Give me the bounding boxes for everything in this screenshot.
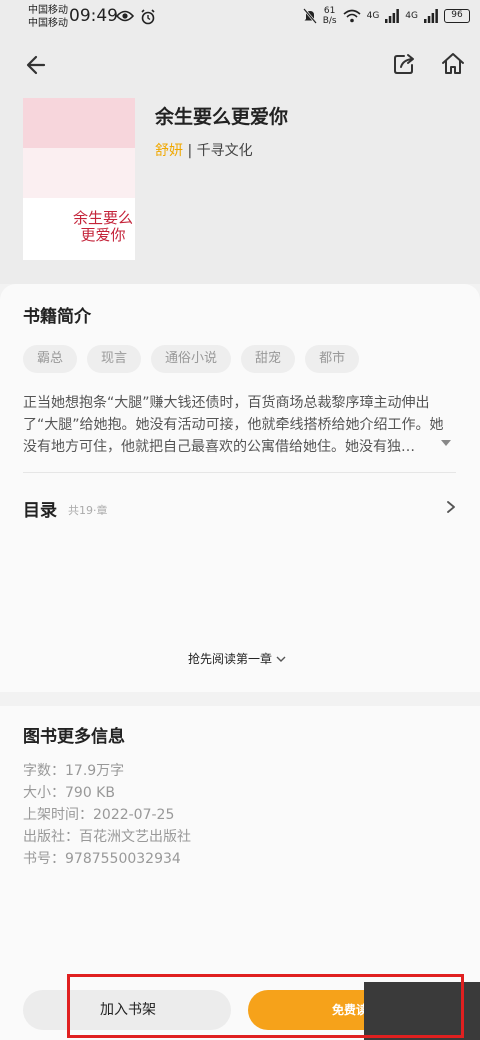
preview-label: 抢先阅读第一章 [188,652,273,666]
book-title: 余生要么更爱你 [155,106,289,128]
author-link[interactable]: 舒妍 [155,143,183,159]
intro-text: 正当她想抱条“大腿”赚大钱还债时，百货商场总裁黎序璋主动伸出了“大腿”给她抱。她… [23,395,444,455]
alarm-icon [141,9,155,25]
carrier-labels: 中国移动 中国移动 [28,4,68,30]
expand-triangle-icon[interactable] [440,438,452,448]
file-size: 大小：790 KB [23,785,115,801]
more-info-card: 图书更多信息 字数：17.9万字 大小：790 KB 上架时间：2022-07-… [0,706,480,978]
status-bar: 中国移动 中国移动 09:49 61 B/s 4G 4G 96 [0,0,480,36]
publisher: 出版社：百花洲文艺出版社 [23,829,191,845]
mute-bell-icon [302,8,317,24]
tag-chip[interactable]: 霸总 [23,345,78,373]
intro-heading: 书籍简介 [23,307,91,327]
highlight-box [67,974,464,1038]
cover-art-top [23,98,135,148]
home-icon[interactable] [440,51,466,77]
tag-list: 霸总 现言 通俗小说 甜宠 都市 [23,345,360,373]
meta-list: 字数：17.9万字 大小：790 KB 上架时间：2022-07-25 出版社：… [23,760,191,870]
tag-chip[interactable]: 都市 [305,345,360,373]
divider [23,472,456,473]
publisher-short: 千寻文化 [196,143,253,159]
eye-icon [116,10,134,22]
signal-icon-2 [424,9,438,23]
word-count: 字数：17.9万字 [23,763,125,779]
back-arrow-icon[interactable] [24,52,50,78]
wifi-icon [343,9,361,23]
status-time: 09:49 [69,6,118,26]
signal-2-label: 4G [405,11,418,21]
more-info-heading: 图书更多信息 [23,727,125,747]
carrier-2: 中国移动 [28,18,68,29]
tag-chip[interactable]: 通俗小说 [151,345,232,373]
book-cover[interactable]: 余生要么更爱你 [23,98,135,260]
status-icons-right: 61 B/s 4G 4G 96 [302,6,470,26]
cover-art-middle [23,148,135,198]
carrier-1: 中国移动 [28,5,68,16]
chevron-right-icon[interactable] [446,500,456,514]
status-icons-left [116,9,156,25]
toc-heading[interactable]: 目录 [23,496,57,521]
author-separator: | [187,143,193,159]
author-line: 舒妍 | 千寻文化 [155,140,253,160]
toc-count: 共19·章 [68,504,108,517]
preview-area: 抢先阅读第一章 [0,548,480,692]
shelf-time: 上架时间：2022-07-25 [23,807,175,823]
chevron-down-icon [276,656,286,662]
tag-chip[interactable]: 甜宠 [241,345,296,373]
cover-title: 余生要么更爱你 [73,209,134,244]
battery-indicator: 96 [444,9,470,23]
book-info-section: 余生要么更爱你 余生要么更爱你 舒妍 | 千寻文化 [0,94,480,284]
intro-card: 书籍简介 霸总 现言 通俗小说 甜宠 都市 正当她想抱条“大腿”赚大钱还债时，百… [0,284,480,548]
net-speed: 61 B/s [322,6,337,26]
tag-chip[interactable]: 现言 [87,345,142,373]
read-first-chapter-link[interactable]: 抢先阅读第一章 [188,650,286,667]
app-header [0,36,480,94]
signal-1-label: 4G [366,11,380,21]
signal-icon [385,9,400,23]
share-icon[interactable] [391,51,417,77]
isbn: 书号：9787550032934 [23,851,181,867]
